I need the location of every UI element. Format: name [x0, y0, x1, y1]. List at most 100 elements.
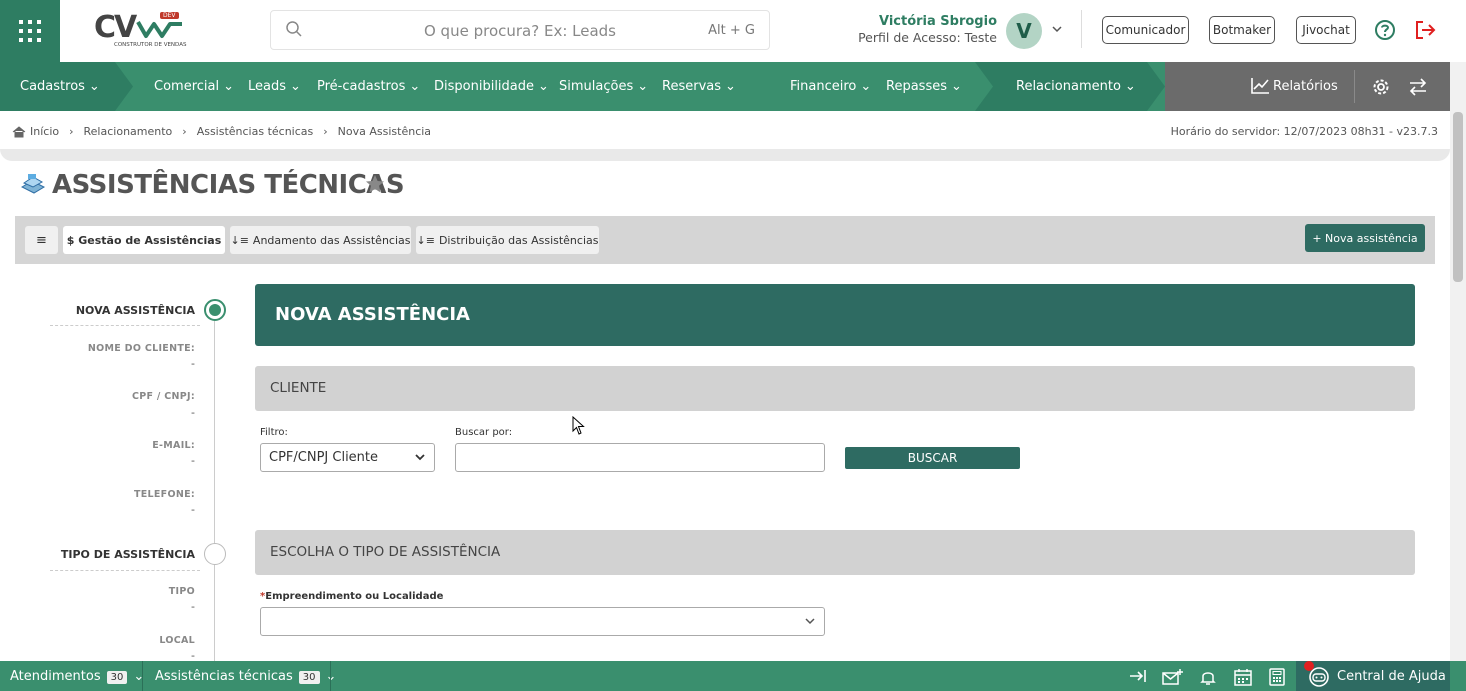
nav-repasses[interactable]: Repasses ⌄: [886, 79, 962, 94]
menu-toggle-button[interactable]: ≡: [25, 226, 58, 254]
search-input[interactable]: O que procura? Ex: Leads: [271, 22, 769, 40]
logo-subtitle: CONSTRUTOR DE VENDAS: [114, 42, 187, 48]
empreendimento-label: *Empreendimento ou Localidade: [260, 591, 444, 602]
summary-label: CPF / CNPJ:: [131, 391, 195, 402]
bell-icon[interactable]: [1200, 668, 1216, 686]
scrollbar-thumb[interactable]: [1453, 112, 1463, 282]
user-role: Perfil de Acesso: Teste: [858, 30, 997, 45]
chevron-down-icon: [805, 618, 815, 625]
bottom-bar: Atendimentos30⌄ Assistências técnicas30⌄…: [0, 661, 1466, 691]
search-by-input[interactable]: [455, 443, 825, 472]
summary-label: TIPO: [168, 586, 195, 597]
empreendimento-select[interactable]: [260, 607, 825, 636]
divider: [50, 325, 200, 326]
nav-comercial[interactable]: Comercial ⌄: [154, 79, 234, 94]
sort-icon: ↓≡: [416, 233, 435, 247]
nav-tools: Relatórios: [1165, 62, 1450, 111]
count-badge: 30: [106, 671, 128, 684]
step-nova-assistencia[interactable]: NOVA ASSISTÊNCIA: [76, 304, 195, 317]
logo-text: CV: [94, 10, 137, 45]
chart-line-icon: [1251, 78, 1269, 94]
jivochat-button[interactable]: Jivochat: [1296, 16, 1356, 44]
summary-value: -: [191, 357, 195, 370]
new-assistance-button[interactable]: + Nova assistência: [1305, 224, 1425, 252]
mail-add-icon[interactable]: [1162, 668, 1184, 686]
calculator-icon[interactable]: [1269, 668, 1285, 686]
summary-value: -: [191, 503, 195, 516]
nav-simulacoes[interactable]: Simulações ⌄: [559, 79, 648, 94]
help-icon[interactable]: [1374, 19, 1396, 41]
summary-value: -: [191, 454, 195, 467]
summary-value: -: [191, 406, 195, 419]
summary-label: TELEFONE:: [133, 489, 195, 500]
nav-financeiro[interactable]: Financeiro ⌄: [790, 79, 871, 94]
assistencias-toggle[interactable]: Assistências técnicas30⌄: [155, 669, 336, 684]
help-center-button[interactable]: Central de Ajuda: [1296, 661, 1450, 691]
apps-grid-button[interactable]: [0, 0, 60, 62]
step-tipo-assistencia[interactable]: TIPO DE ASSISTÊNCIA: [61, 548, 195, 561]
breadcrumb-current: Nova Assistência: [337, 125, 432, 138]
step-indicator[interactable]: [204, 543, 226, 565]
search-by-label: Buscar por:: [455, 427, 513, 438]
home-icon: [12, 125, 26, 137]
step-indicator-active[interactable]: [204, 299, 226, 321]
server-time: Horário do servidor: 12/07/2023 08h31 - …: [1170, 125, 1438, 138]
search-shortcut: Alt + G: [708, 23, 755, 38]
comunicador-button[interactable]: Comunicador: [1102, 16, 1189, 44]
section-cliente: CLIENTE: [255, 366, 1415, 411]
arrow-to-right-icon[interactable]: [1129, 668, 1147, 684]
nav-cadastros[interactable]: Cadastros ⌄: [20, 79, 100, 94]
nav-pre-cadastros[interactable]: Pré-cadastros ⌄: [317, 79, 420, 94]
top-bar: CV DEV CONSTRUTOR DE VENDAS O que procur…: [0, 0, 1466, 62]
form-header: NOVA ASSISTÊNCIA: [255, 284, 1415, 346]
notification-dot: [1304, 661, 1314, 671]
breadcrumb-home[interactable]: Início: [30, 125, 59, 138]
user-name: Victória Sbrogio: [878, 14, 997, 29]
botmaker-button[interactable]: Botmaker: [1209, 16, 1275, 44]
user-info[interactable]: Victória Sbrogio Perfil de Acesso: Teste: [858, 14, 997, 45]
summary-label: NOME DO CLIENTE:: [87, 343, 195, 354]
form-stepper: NOVA ASSISTÊNCIA NOME DO CLIENTE: - CPF …: [50, 290, 230, 670]
filter-select-value: CPF/CNPJ Cliente: [269, 450, 379, 465]
logo-wave-icon: [136, 21, 182, 38]
filter-select[interactable]: CPF/CNPJ Cliente: [260, 443, 435, 472]
chevron-down-icon[interactable]: [1050, 22, 1064, 36]
nav-reservas[interactable]: Reservas ⌄: [662, 79, 736, 94]
count-badge: 30: [298, 671, 320, 684]
chevron-down-icon: [415, 454, 425, 461]
gear-icon[interactable]: [1372, 78, 1390, 96]
tab-gestao[interactable]: $ Gestão de Assistências: [63, 226, 225, 254]
help-center-label: Central de Ajuda: [1337, 669, 1446, 684]
page-title: ASSISTÊNCIAS TÉCNICAS: [52, 170, 405, 200]
breadcrumb: Início › Relacionamento › Assistências t…: [12, 125, 431, 138]
star-icon[interactable]: [365, 174, 385, 194]
calendar-icon[interactable]: [1234, 668, 1252, 686]
nav-relatorios[interactable]: Relatórios: [1273, 79, 1338, 94]
breadcrumb-relacionamento[interactable]: Relacionamento: [84, 125, 173, 138]
chevron-right-icon: ›: [69, 125, 74, 138]
divider: [0, 149, 1450, 161]
chevron-right-icon: ›: [323, 125, 328, 138]
logout-icon[interactable]: [1413, 19, 1437, 41]
search-button[interactable]: BUSCAR: [845, 447, 1020, 469]
swap-icon[interactable]: [1408, 78, 1428, 96]
filter-label: Filtro:: [260, 427, 288, 438]
avatar[interactable]: V: [1006, 13, 1042, 49]
tab-distribuicao[interactable]: ↓≡ Distribuição das Assistências: [416, 226, 599, 254]
main-nav: Cadastros ⌄ Comercial ⌄ Leads ⌄ Pré-cadastr…: [0, 62, 1466, 111]
cursor-icon: [572, 416, 585, 435]
nav-relacionamento[interactable]: Relacionamento ⌄: [1016, 79, 1136, 94]
nav-disponibilidade[interactable]: Disponibilidade ⌄: [434, 79, 549, 94]
summary-label: E-MAIL:: [152, 440, 195, 451]
divider: [330, 661, 331, 691]
tools-icon: [20, 174, 46, 194]
tab-andamento[interactable]: ↓≡ Andamento das Assistências: [230, 226, 411, 254]
sort-icon: ↓≡: [230, 233, 249, 247]
chevron-right-icon: ›: [182, 125, 187, 138]
breadcrumb-assistencias[interactable]: Assistências técnicas: [197, 125, 314, 138]
nav-leads[interactable]: Leads ⌄: [248, 79, 301, 94]
cv-logo[interactable]: CV DEV CONSTRUTOR DE VENDAS: [92, 10, 192, 52]
atendimentos-toggle[interactable]: Atendimentos 30 ⌄: [10, 669, 144, 684]
grid-icon: [19, 20, 41, 42]
global-search[interactable]: O que procura? Ex: Leads Alt + G: [270, 10, 770, 50]
